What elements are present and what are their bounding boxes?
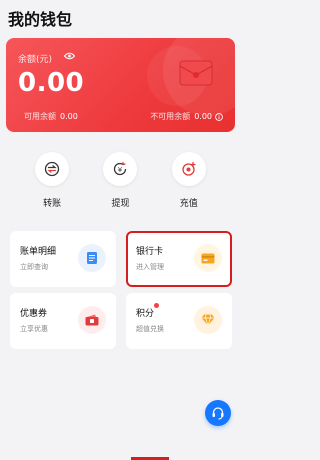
- bill-details-tile[interactable]: 账单明细 立即查询: [10, 231, 116, 287]
- recharge-icon-circle: [171, 152, 206, 186]
- transfer-icon-circle: [35, 152, 70, 186]
- available-value: 0.00: [60, 112, 78, 121]
- recharge-button[interactable]: 充值: [164, 152, 214, 209]
- withdraw-label: 提现: [111, 199, 130, 209]
- info-icon[interactable]: [215, 112, 223, 121]
- withdraw-icon-circle: ¥: [103, 152, 138, 186]
- eye-icon[interactable]: [64, 52, 75, 60]
- tile-subtitle: 进入管理: [136, 263, 164, 271]
- tile-subtitle: 立即查询: [20, 263, 48, 271]
- unavailable-label: 不可用余额: [150, 112, 191, 121]
- recharge-icon: [182, 161, 196, 176]
- balance-amount: 0.00: [18, 68, 85, 98]
- tile-subtitle: 超值兑换: [136, 325, 164, 333]
- diamond-icon: [194, 306, 222, 334]
- transfer-label: 转账: [43, 199, 62, 209]
- tile-title: 账单明细: [20, 247, 57, 257]
- available-label: 可用余额: [24, 112, 56, 121]
- withdraw-button[interactable]: ¥ 提现: [95, 152, 145, 209]
- page-title: 我的钱包: [8, 10, 73, 29]
- transfer-icon: [45, 161, 60, 177]
- points-tile[interactable]: 积分 超值兑换: [126, 293, 232, 349]
- bill-icon: [78, 244, 106, 272]
- tile-title: 优惠券: [20, 309, 48, 319]
- recharge-label: 充值: [179, 199, 198, 209]
- transfer-button[interactable]: 转账: [27, 152, 77, 209]
- balance-label: 余额(元): [18, 55, 53, 65]
- unavailable-value: 0.00: [194, 112, 212, 121]
- balance-card[interactable]: 余额(元) 0.00 可用余额 0.00 不可用余额 0.00: [6, 38, 235, 132]
- coupon-icon: [78, 306, 106, 334]
- tile-title: 银行卡: [136, 247, 164, 257]
- bank-card-tile[interactable]: 银行卡 进入管理: [126, 231, 232, 287]
- bank-card-icon: [194, 244, 222, 272]
- notification-dot: [154, 303, 159, 308]
- quick-actions: 转账 ¥ 提现 充值: [0, 152, 241, 209]
- withdraw-icon: ¥: [114, 161, 127, 176]
- headset-icon: [212, 407, 224, 420]
- customer-service-button[interactable]: [205, 400, 231, 426]
- unavailable-balance[interactable]: 不可用余额 0.00: [150, 111, 223, 122]
- tile-subtitle: 立享优惠: [20, 325, 48, 333]
- available-balance: 可用余额 0.00: [24, 111, 78, 122]
- red-packet-icon: [179, 60, 213, 86]
- coupon-tile[interactable]: 优惠券 立享优惠: [10, 293, 116, 349]
- tile-title: 积分: [136, 309, 155, 319]
- svg-text:¥: ¥: [118, 166, 123, 174]
